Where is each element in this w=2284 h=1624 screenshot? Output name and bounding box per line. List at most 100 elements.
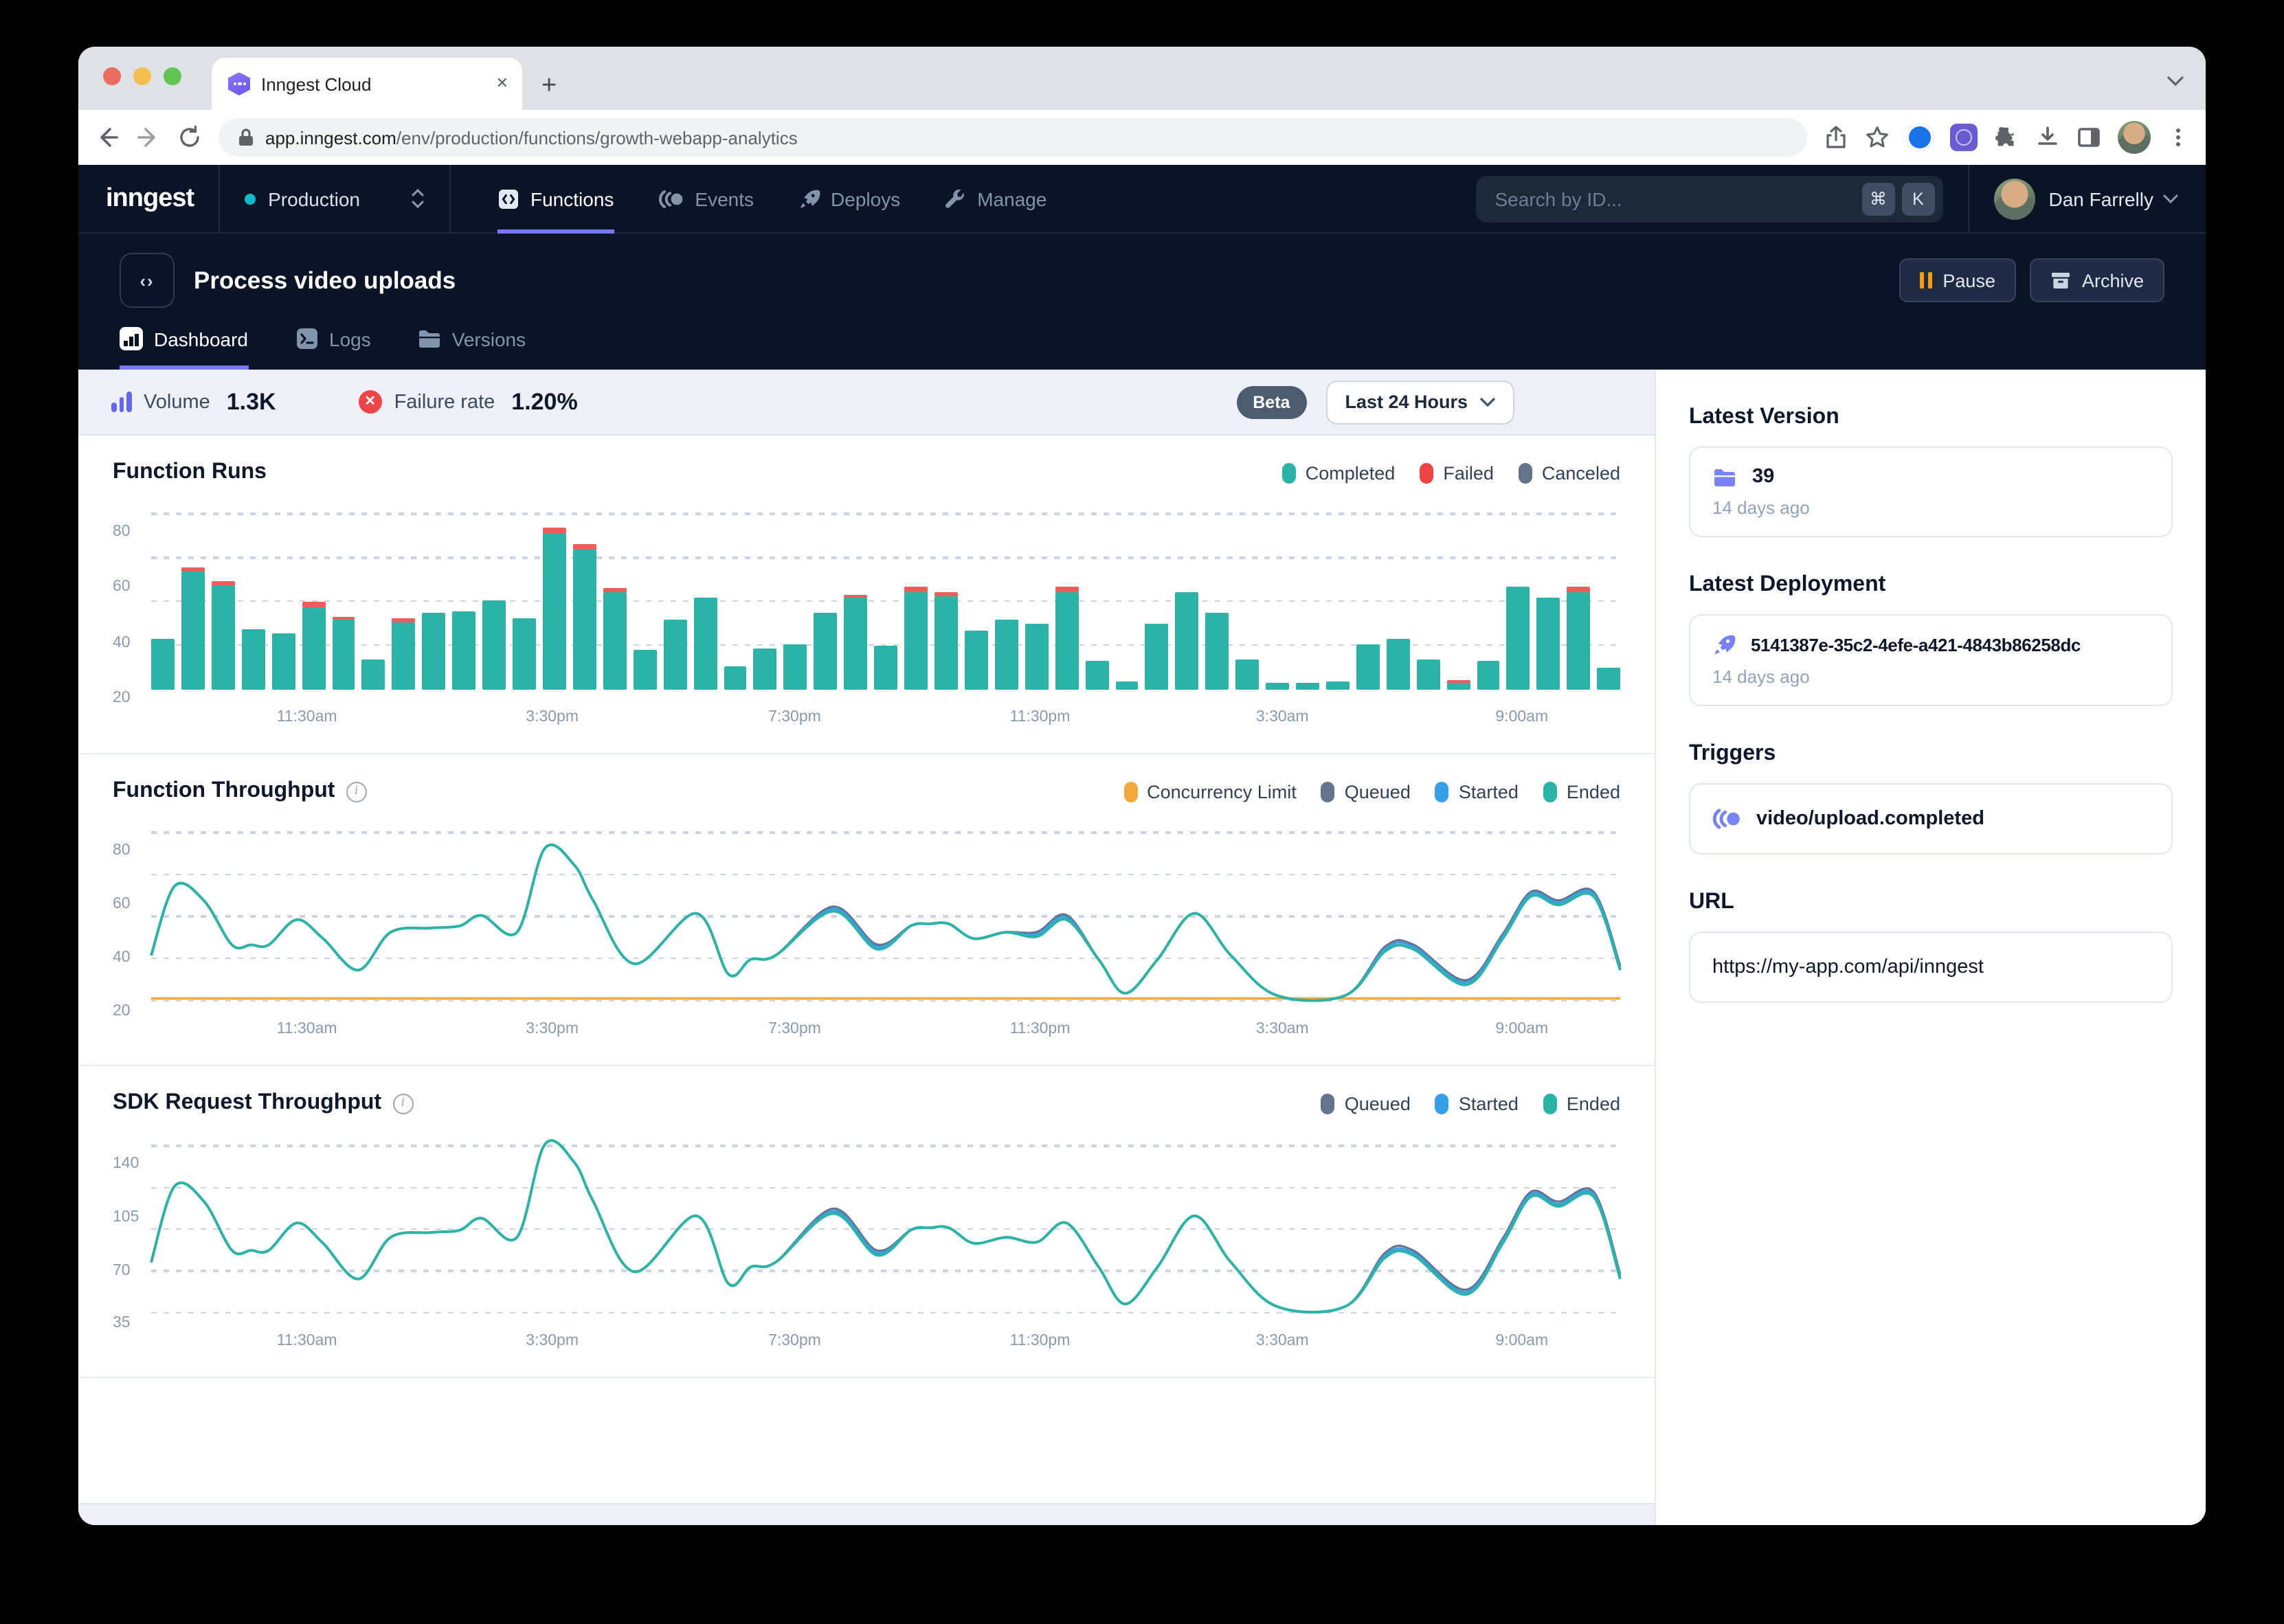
reload-icon[interactable] bbox=[177, 125, 202, 150]
run-bar[interactable] bbox=[151, 504, 175, 690]
run-bar[interactable] bbox=[1446, 504, 1470, 690]
x-axis-label: 11:30pm bbox=[1010, 1021, 1071, 1037]
environment-status-dot bbox=[245, 193, 256, 204]
run-bar[interactable] bbox=[874, 504, 897, 690]
search-input[interactable]: Search by ID... ⌘ K bbox=[1476, 175, 1943, 222]
info-icon[interactable]: i bbox=[392, 1093, 413, 1114]
side-panel-icon[interactable] bbox=[2076, 125, 2101, 150]
latest-version-card[interactable]: 39 14 days ago bbox=[1689, 447, 2173, 537]
browser-profile-avatar[interactable] bbox=[2118, 121, 2151, 154]
run-bar[interactable] bbox=[1567, 504, 1591, 690]
trigger-card[interactable]: video/upload.completed bbox=[1689, 783, 2173, 855]
time-range-dropdown[interactable]: Last 24 Hours bbox=[1325, 380, 1514, 424]
run-bar[interactable] bbox=[1085, 504, 1108, 690]
nav-tab-events[interactable]: Events bbox=[658, 164, 754, 233]
minimize-window-button[interactable] bbox=[133, 67, 151, 85]
run-bar[interactable] bbox=[1055, 504, 1078, 690]
purple-extension-icon[interactable] bbox=[1950, 124, 1978, 151]
run-bar[interactable] bbox=[995, 504, 1018, 690]
url-card[interactable]: https://my-app.com/api/inngest bbox=[1689, 932, 2173, 1003]
run-bar[interactable] bbox=[1235, 504, 1259, 690]
browser-menu-kebab-icon[interactable] bbox=[2167, 126, 2189, 148]
run-bar[interactable] bbox=[934, 504, 958, 690]
run-bar[interactable] bbox=[724, 504, 747, 690]
run-bar[interactable] bbox=[271, 504, 295, 690]
run-bar[interactable] bbox=[1507, 504, 1530, 690]
run-bar[interactable] bbox=[1356, 504, 1380, 690]
run-bar[interactable] bbox=[242, 504, 265, 690]
user-menu-chevron-icon[interactable] bbox=[2163, 193, 2178, 204]
run-bar[interactable] bbox=[1145, 504, 1169, 690]
tab-close-icon[interactable]: ✕ bbox=[496, 76, 508, 91]
run-bar[interactable] bbox=[392, 504, 416, 690]
run-bar[interactable] bbox=[1387, 504, 1410, 690]
run-bar[interactable] bbox=[573, 504, 596, 690]
run-bar[interactable] bbox=[663, 504, 686, 690]
tab-dashboard[interactable]: Dashboard bbox=[120, 327, 248, 370]
macos-window-controls[interactable] bbox=[103, 67, 181, 85]
run-bar[interactable] bbox=[784, 504, 807, 690]
run-bar[interactable] bbox=[452, 504, 475, 690]
x-axis-label: 7:30pm bbox=[768, 709, 821, 725]
tab-search-chevron-icon[interactable] bbox=[2167, 69, 2184, 93]
url-bar[interactable]: app.inngest.com/env/production/functions… bbox=[219, 118, 1807, 157]
legend-item: Concurrency Limit bbox=[1123, 781, 1297, 802]
run-bar[interactable] bbox=[181, 504, 205, 690]
x-axis-label: 9:00am bbox=[1495, 709, 1548, 725]
back-icon[interactable] bbox=[95, 125, 120, 150]
tab-versions[interactable]: Versions bbox=[418, 327, 526, 370]
run-bar[interactable] bbox=[1326, 504, 1350, 690]
zoom-window-button[interactable] bbox=[164, 67, 181, 85]
run-bar[interactable] bbox=[904, 504, 928, 690]
pause-button[interactable]: Pause bbox=[1899, 258, 2016, 302]
run-bar[interactable] bbox=[693, 504, 717, 690]
run-bar[interactable] bbox=[482, 504, 506, 690]
run-bar[interactable] bbox=[423, 504, 446, 690]
run-bar[interactable] bbox=[844, 504, 867, 690]
nav-tab-deploys[interactable]: Deploys bbox=[798, 164, 900, 233]
share-icon[interactable] bbox=[1824, 125, 1848, 150]
tab-logs[interactable]: Logs bbox=[295, 327, 371, 370]
password-extension-icon[interactable] bbox=[1906, 124, 1934, 151]
browser-tab[interactable]: Inngest Cloud ✕ bbox=[212, 58, 522, 110]
x-axis-label: 3:30am bbox=[1256, 1333, 1309, 1349]
run-bar[interactable] bbox=[332, 504, 355, 690]
inngest-logo[interactable]: inngest bbox=[106, 183, 194, 214]
run-bar[interactable] bbox=[212, 504, 235, 690]
run-bar[interactable] bbox=[302, 504, 325, 690]
close-window-button[interactable] bbox=[103, 67, 121, 85]
run-bar[interactable] bbox=[1115, 504, 1139, 690]
run-bar[interactable] bbox=[1206, 504, 1229, 690]
run-bar[interactable] bbox=[1176, 504, 1199, 690]
run-bar[interactable] bbox=[634, 504, 657, 690]
run-bar[interactable] bbox=[1598, 504, 1621, 690]
x-axis-label: 11:30pm bbox=[1010, 709, 1071, 725]
run-bar[interactable] bbox=[1296, 504, 1319, 690]
run-bar[interactable] bbox=[513, 504, 536, 690]
nav-tab-manage[interactable]: Manage bbox=[944, 164, 1046, 233]
archive-button[interactable]: Archive bbox=[2030, 258, 2164, 302]
info-icon[interactable]: i bbox=[346, 781, 366, 802]
downloads-icon[interactable] bbox=[2035, 125, 2060, 150]
run-bar[interactable] bbox=[814, 504, 838, 690]
run-bar[interactable] bbox=[1416, 504, 1440, 690]
archive-icon bbox=[2050, 271, 2071, 290]
next-section-peek bbox=[78, 1503, 1655, 1525]
extensions-puzzle-icon[interactable] bbox=[1994, 125, 2019, 150]
run-bar[interactable] bbox=[362, 504, 385, 690]
nav-tab-functions[interactable]: Functions bbox=[497, 164, 614, 233]
run-bar[interactable] bbox=[543, 504, 566, 690]
run-bar[interactable] bbox=[1266, 504, 1289, 690]
run-bar[interactable] bbox=[965, 504, 988, 690]
run-bar[interactable] bbox=[754, 504, 777, 690]
latest-deployment-card[interactable]: 5141387e-35c2-4efe-a421-4843b86258dc 14 … bbox=[1689, 614, 2173, 706]
run-bar[interactable] bbox=[1025, 504, 1048, 690]
run-bar[interactable] bbox=[1537, 504, 1560, 690]
user-avatar[interactable] bbox=[1994, 178, 2035, 219]
run-bar[interactable] bbox=[603, 504, 627, 690]
run-bar[interactable] bbox=[1477, 504, 1500, 690]
forward-icon[interactable] bbox=[136, 125, 161, 150]
bookmark-star-icon[interactable] bbox=[1865, 125, 1890, 150]
environment-picker[interactable]: Production bbox=[245, 188, 425, 210]
new-tab-button[interactable]: + bbox=[541, 73, 557, 99]
